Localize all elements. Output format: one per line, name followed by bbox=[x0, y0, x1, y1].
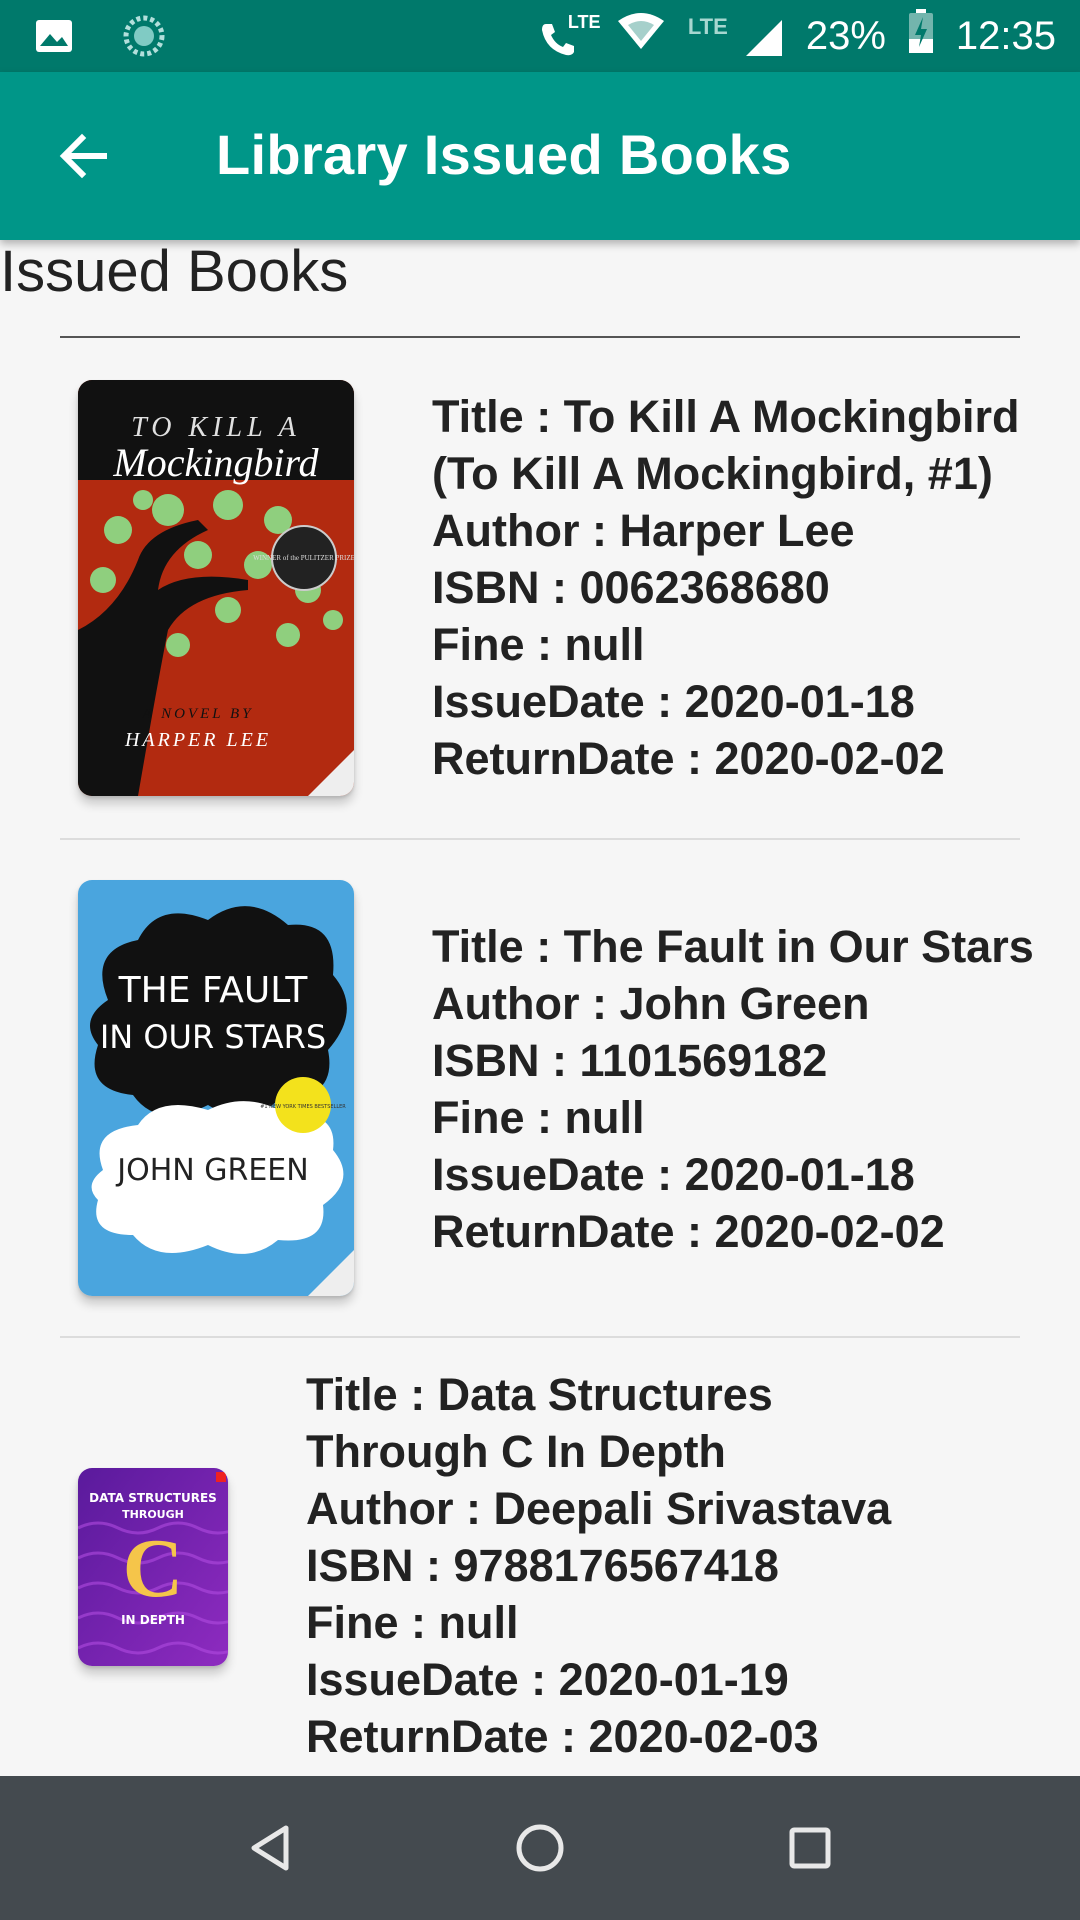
system-navigation-bar bbox=[0, 1776, 1080, 1920]
nav-back-button[interactable] bbox=[234, 1812, 306, 1884]
divider bbox=[60, 838, 1020, 840]
book-author: Author : Harper Lee bbox=[432, 505, 855, 556]
status-bar: LTE LTE 23% 12:35 bbox=[0, 0, 1080, 72]
nav-home-button[interactable] bbox=[504, 1812, 576, 1884]
cover-title-line1: THE FAULT bbox=[118, 970, 309, 1011]
book-title: Title : Data Structures bbox=[306, 1369, 773, 1420]
back-button[interactable] bbox=[48, 120, 120, 192]
cover-author: HARPER LEE bbox=[124, 729, 271, 751]
book-isbn: ISBN : 9788176567418 bbox=[306, 1540, 779, 1591]
cover-novel-by: A NOVEL BY bbox=[141, 706, 253, 722]
book-title: Title : To Kill A Mockingbird bbox=[432, 391, 1020, 442]
book-title-continued: Through C In Depth bbox=[306, 1426, 726, 1477]
book-isbn: ISBN : 0062368680 bbox=[432, 562, 830, 613]
square-recents-icon bbox=[789, 1827, 831, 1869]
circle-home-icon bbox=[516, 1824, 564, 1872]
book-cover-image: TO KILL A Mockingbird WINNER of the PULI… bbox=[78, 380, 354, 796]
cover-author: JOHN GREEN bbox=[115, 1153, 308, 1188]
cover-letter: C bbox=[123, 1522, 184, 1615]
clock: 12:35 bbox=[955, 13, 1056, 58]
book-cover-image: DATA STRUCTURES THROUGH C IN DEPTH bbox=[78, 1468, 228, 1666]
book-author: Author : Deepali Srivastava bbox=[306, 1483, 892, 1534]
book-fine: Fine : null bbox=[432, 1092, 645, 1143]
book-isbn: ISBN : 1101569182 bbox=[432, 1035, 828, 1086]
book-issue-date: IssueDate : 2020-01-18 bbox=[432, 676, 915, 727]
cover-badge: WINNER of the PULITZER PRIZE bbox=[253, 554, 354, 562]
app-bar: Library Issued Books bbox=[0, 72, 1080, 240]
book-fine: Fine : null bbox=[432, 619, 645, 670]
book-details: Title : Data Structures Through C In Dep… bbox=[306, 1366, 891, 1765]
cover-title-script: Mockingbird bbox=[112, 440, 319, 485]
battery-charging-icon bbox=[908, 9, 934, 63]
page-title: Library Issued Books bbox=[216, 123, 792, 186]
cover-title-line1: DATA STRUCTURES bbox=[89, 1491, 217, 1505]
cover-title-line2: IN OUR STARS bbox=[100, 1018, 326, 1056]
book-fine: Fine : null bbox=[306, 1597, 519, 1648]
network-lte-label: LTE bbox=[687, 14, 728, 39]
book-title-continued: (To Kill A Mockingbird, #1) bbox=[432, 448, 993, 499]
divider bbox=[60, 336, 1020, 338]
nav-recents-button[interactable] bbox=[774, 1812, 846, 1884]
book-return-date: ReturnDate : 2020-02-03 bbox=[306, 1711, 819, 1762]
call-lte-label: LTE bbox=[567, 12, 601, 32]
cover-badge: #1 NEW YORK TIMES BESTSELLER bbox=[260, 1104, 346, 1110]
signal-icon: LTE bbox=[688, 12, 784, 60]
triangle-back-icon bbox=[251, 1825, 289, 1871]
book-cover-image: THE FAULT IN OUR STARS #1 NEW YORK TIMES… bbox=[78, 880, 354, 1296]
wifi-icon bbox=[616, 11, 666, 61]
gallery-notification-icon bbox=[34, 16, 74, 61]
book-issue-date: IssueDate : 2020-01-18 bbox=[432, 1149, 915, 1200]
book-details: Title : To Kill A Mockingbird (To Kill A… bbox=[432, 388, 1019, 787]
cover-title-line3: IN DEPTH bbox=[121, 1613, 185, 1627]
section-title: Issued Books bbox=[0, 239, 349, 304]
sync-notification-icon bbox=[122, 14, 166, 63]
book-return-date: ReturnDate : 2020-02-02 bbox=[432, 733, 945, 784]
book-return-date: ReturnDate : 2020-02-02 bbox=[432, 1206, 945, 1257]
cover-title-line2: THROUGH bbox=[122, 1508, 184, 1521]
volte-call-icon: LTE bbox=[538, 12, 601, 60]
cover-title-top: TO KILL A bbox=[131, 412, 301, 443]
book-author: Author : John Green bbox=[432, 978, 870, 1029]
arrow-left-icon bbox=[59, 133, 107, 179]
book-issue-date: IssueDate : 2020-01-19 bbox=[306, 1654, 789, 1705]
book-title: Title : The Fault in Our Stars bbox=[432, 921, 1034, 972]
divider bbox=[60, 1336, 1020, 1338]
book-details: Title : The Fault in Our Stars Author : … bbox=[432, 918, 1034, 1260]
battery-percent: 23% bbox=[805, 13, 886, 58]
